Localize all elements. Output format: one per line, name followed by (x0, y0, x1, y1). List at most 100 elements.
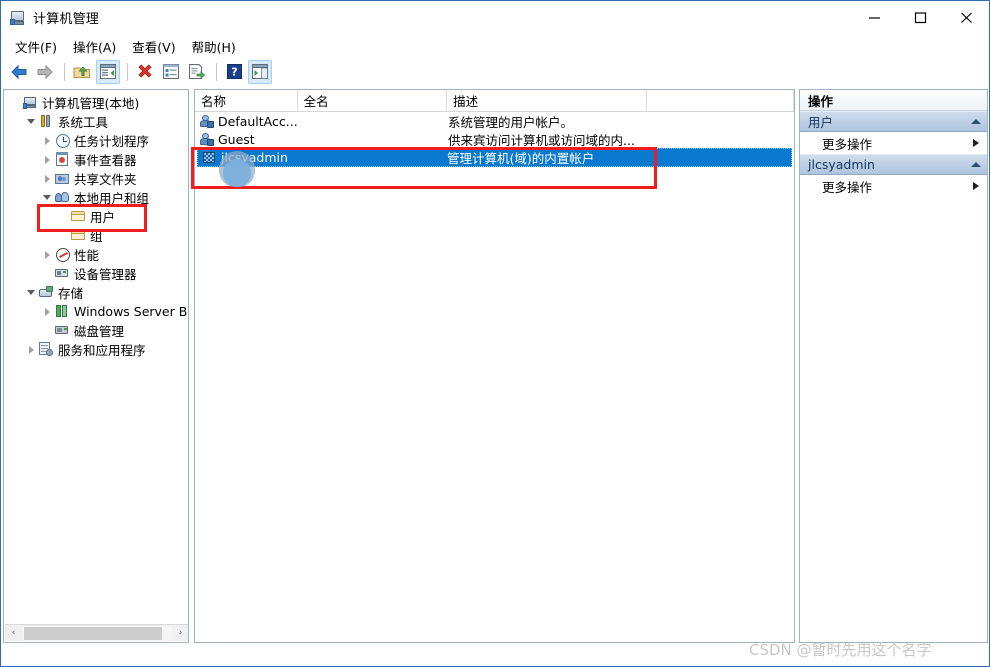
tree-item-windows-server-backup[interactable]: Windows Server Back (4, 302, 188, 321)
cell-description: 供来宾访问计算机或访问域的内... (448, 132, 635, 148)
tree-item-label: 系统工具 (58, 115, 109, 130)
tree-item-label: 磁盘管理 (74, 324, 125, 339)
chevron-right-icon[interactable] (24, 345, 38, 354)
chevron-right-icon[interactable] (40, 174, 54, 183)
tree-item-services-and-applications[interactable]: 服务和应用程序 (4, 340, 188, 359)
users-list: DefaultAcc... 系统管理的用户帐户。 Guest 供来宾访问计算机或访问域… (195, 112, 794, 167)
user-name: Guest (218, 131, 255, 147)
scroll-thumb[interactable] (24, 626, 162, 640)
properties-icon[interactable] (159, 60, 183, 84)
column-description[interactable]: 描述 (447, 90, 647, 111)
export-list-icon[interactable] (185, 60, 209, 84)
table-row[interactable]: Guest 供来宾访问计算机或访问域的内... (195, 130, 794, 148)
tree-item-label: 共享文件夹 (74, 172, 137, 187)
folder-icon (70, 228, 87, 243)
users-list-pane[interactable]: 名称 全名 描述 DefaultAcc... 系统管理的用户帐户。 Guest 供来宾… (194, 89, 795, 643)
column-full-name[interactable]: 全名 (298, 90, 448, 111)
close-button[interactable] (943, 1, 989, 34)
services-icon (38, 342, 55, 357)
tree-horizontal-scrollbar[interactable]: ‹ › (5, 624, 188, 641)
local-users-icon (54, 190, 71, 205)
chevron-right-icon[interactable] (40, 136, 54, 145)
tree-item-users[interactable]: 用户 (4, 207, 188, 226)
tree-item-groups[interactable]: 组 (4, 226, 188, 245)
clock-icon (54, 133, 71, 148)
chevron-up-icon[interactable] (971, 162, 981, 167)
toolbar-separator (216, 62, 217, 81)
tree-item-event-viewer[interactable]: 事件查看器 (4, 150, 188, 169)
tree-item-shared-folders[interactable]: 共享文件夹 (4, 169, 188, 188)
computer-management-icon (10, 10, 26, 26)
tree-item-computer-management[interactable]: 计算机管理(本地) (4, 93, 188, 112)
tree-item-label: 服务和应用程序 (58, 343, 146, 358)
scroll-track[interactable] (22, 625, 172, 641)
chevron-right-icon[interactable] (40, 155, 54, 164)
menu-action[interactable]: 操作(A) (67, 35, 126, 58)
event-viewer-icon (54, 152, 71, 167)
tree-item-label: 计算机管理(本地) (42, 96, 140, 111)
scroll-right-arrow[interactable]: › (172, 626, 188, 641)
performance-icon (54, 247, 71, 262)
window-title: 计算机管理 (33, 12, 100, 27)
up-folder-icon[interactable] (70, 60, 94, 84)
tree-item-storage[interactable]: 存储 (4, 283, 188, 302)
chevron-right-icon[interactable] (40, 307, 54, 316)
action-group-users[interactable]: 用户 (800, 111, 987, 132)
admin-user-icon (202, 150, 218, 165)
chevron-down-icon[interactable] (24, 119, 38, 124)
chevron-down-icon[interactable] (40, 195, 54, 200)
chevron-right-icon[interactable] (40, 250, 54, 259)
action-group-label: jlcsyadmin (808, 157, 875, 172)
window-bottom-strip (1, 648, 989, 666)
column-name[interactable]: 名称 (195, 90, 298, 111)
delete-icon[interactable] (133, 60, 157, 84)
action-group-label: 用户 (808, 115, 834, 130)
actions-pane-title: 操作 (800, 90, 987, 111)
computer-icon (22, 95, 39, 110)
show-action-pane-icon[interactable] (248, 59, 272, 84)
cell-description: 系统管理的用户帐户。 (448, 114, 574, 130)
show-hide-tree-icon[interactable] (96, 59, 120, 84)
tree-item-label: 性能 (74, 248, 100, 263)
maximize-button[interactable] (897, 1, 943, 34)
device-manager-icon (54, 266, 71, 281)
table-row[interactable]: jlcsyadmin 管理计算机(域)的内置帐户 (197, 148, 792, 167)
submenu-arrow-icon[interactable] (973, 139, 979, 147)
menu-help[interactable]: 帮助(H) (186, 35, 246, 58)
computer-management-window: 计算机管理 文件(F) 操作(A) 查看(V) 帮助(H) ? 计算机管理(本地… (0, 0, 990, 667)
tree-item-system-tools[interactable]: 系统工具 (4, 112, 188, 131)
forward-icon[interactable] (33, 60, 57, 84)
tree-item-label: 存储 (58, 286, 84, 301)
table-row[interactable]: DefaultAcc... 系统管理的用户帐户。 (195, 112, 794, 130)
user-icon (199, 114, 215, 129)
menu-bar: 文件(F) 操作(A) 查看(V) 帮助(H) (1, 34, 989, 58)
action-more-actions-jlcsyadmin[interactable]: 更多操作 (800, 175, 987, 197)
tree-item-local-users-and-groups[interactable]: 本地用户和组 (4, 188, 188, 207)
submenu-arrow-icon[interactable] (973, 182, 979, 190)
backup-icon (54, 304, 71, 319)
tree-item-performance[interactable]: 性能 (4, 245, 188, 264)
chevron-up-icon[interactable] (971, 119, 981, 124)
window-controls (851, 1, 989, 34)
back-icon[interactable] (7, 60, 31, 84)
scroll-left-arrow[interactable]: ‹ (5, 626, 22, 641)
console-tree-pane[interactable]: 计算机管理(本地) 系统工具 任务计划程序 事件查看器共享文件夹 本地用户和组用户组性能… (3, 89, 189, 643)
action-group-jlcsyadmin[interactable]: jlcsyadmin (800, 154, 987, 175)
tree-item-device-manager[interactable]: 设备管理器 (4, 264, 188, 283)
action-more-actions-users[interactable]: 更多操作 (800, 132, 987, 154)
minimize-button[interactable] (851, 1, 897, 34)
user-name: DefaultAcc... (218, 113, 298, 129)
tree-item-disk-management[interactable]: 磁盘管理 (4, 321, 188, 340)
cell-name: jlcsyadmin (198, 150, 297, 165)
chevron-down-icon[interactable] (24, 290, 38, 295)
tree-item-label: 用户 (90, 210, 116, 225)
actions-pane[interactable]: 操作 用户更多操作 jlcsyadmin 更多操作 (799, 89, 988, 643)
help-icon[interactable]: ? (222, 60, 246, 84)
tree-item-task-scheduler[interactable]: 任务计划程序 (4, 131, 188, 150)
title-bar: 计算机管理 (1, 1, 989, 34)
tools-icon (38, 114, 55, 129)
menu-file[interactable]: 文件(F) (9, 35, 67, 58)
menu-view[interactable]: 查看(V) (126, 35, 185, 58)
svg-text:?: ? (231, 66, 237, 79)
column-extra[interactable] (647, 90, 794, 111)
